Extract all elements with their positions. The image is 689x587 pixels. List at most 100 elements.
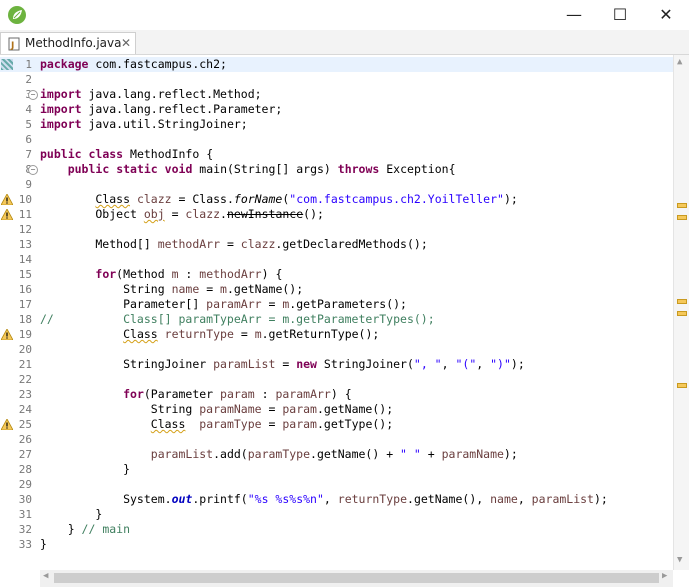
code-line[interactable]: 31 } xyxy=(0,507,673,522)
code-text[interactable]: } xyxy=(40,507,102,522)
code-token: throws xyxy=(337,162,380,176)
code-line[interactable]: 27 paramList.add(paramType.getName() + "… xyxy=(0,447,673,462)
code-line[interactable]: 8− public static void main(String[] args… xyxy=(0,162,673,177)
fold-toggle-icon[interactable]: − xyxy=(28,165,38,175)
code-token: "com.fastcampus.ch2.YoilTeller" xyxy=(289,192,504,206)
scroll-right-icon[interactable]: ▶ xyxy=(662,571,667,581)
code-line[interactable]: 12 xyxy=(0,222,673,237)
code-line[interactable]: 19 Class returnType = m.getReturnType(); xyxy=(0,327,673,342)
scrollbar-thumb[interactable] xyxy=(54,573,659,583)
scroll-down-icon[interactable]: ▼ xyxy=(677,555,682,565)
overview-warning-mark[interactable] xyxy=(677,383,687,388)
code-token: m xyxy=(171,267,179,281)
code-line[interactable]: 20 xyxy=(0,342,673,357)
overview-warning-mark[interactable] xyxy=(677,299,687,304)
code-text[interactable]: String name = m.getName(); xyxy=(40,282,303,297)
code-line[interactable]: 16 String name = m.getName(); xyxy=(0,282,673,297)
code-text[interactable]: for(Parameter param : paramArr) { xyxy=(40,387,352,402)
code-line[interactable]: 33} xyxy=(0,537,673,552)
code-line[interactable]: 14 xyxy=(0,252,673,267)
code-token: ")" xyxy=(490,357,511,371)
code-text[interactable]: } // main xyxy=(40,522,130,537)
code-line[interactable]: 23 for(Parameter param : paramArr) { xyxy=(0,387,673,402)
code-line[interactable]: 22 xyxy=(0,372,673,387)
code-token: (Method xyxy=(116,267,172,281)
code-token: : xyxy=(254,387,276,401)
fold-toggle-icon[interactable]: − xyxy=(28,90,38,100)
code-text[interactable]: } xyxy=(40,537,47,552)
code-text[interactable]: for(Method m : methodArr) { xyxy=(40,267,282,282)
horizontal-scrollbar[interactable]: ◀ ▶ xyxy=(40,570,673,587)
code-token: = xyxy=(261,402,283,416)
code-line[interactable]: 29 xyxy=(0,477,673,492)
code-line[interactable]: 10 Class clazz = Class.forName("com.fast… xyxy=(0,192,673,207)
overview-warning-mark[interactable] xyxy=(677,203,687,208)
code-line[interactable]: 11 Object obj = clazz.newInstance(); xyxy=(0,207,673,222)
warning-icon[interactable] xyxy=(1,194,13,205)
minimize-button[interactable]: — xyxy=(551,0,597,30)
code-text[interactable]: public static void main(String[] args) t… xyxy=(40,162,456,177)
maximize-button[interactable]: ☐ xyxy=(597,0,643,30)
code-line[interactable]: 30 System.out.printf("%s %s%s%n", return… xyxy=(0,492,673,507)
code-line[interactable]: 17 Parameter[] paramArr = m.getParameter… xyxy=(0,297,673,312)
warning-icon[interactable] xyxy=(1,209,13,220)
code-line[interactable]: 21 StringJoiner paramList = new StringJo… xyxy=(0,357,673,372)
code-line[interactable]: 3−import java.lang.reflect.Method; xyxy=(0,87,673,102)
warning-icon[interactable] xyxy=(1,419,13,430)
code-text[interactable]: Object obj = clazz.newInstance(); xyxy=(40,207,324,222)
code-text[interactable]: // Class[] paramTypeArr = m.getParameter… xyxy=(40,312,435,327)
code-token: paramType xyxy=(199,417,262,431)
code-line[interactable]: 24 String paramName = param.getName(); xyxy=(0,402,673,417)
code-line[interactable]: 28 } xyxy=(0,462,673,477)
code-text[interactable]: paramList.add(paramType.getName() + " " … xyxy=(40,447,518,462)
code-line[interactable]: 6 xyxy=(0,132,673,147)
code-token: .printf( xyxy=(192,492,248,506)
code-token: ) { xyxy=(261,267,283,281)
scroll-left-icon[interactable]: ◀ xyxy=(43,571,48,581)
line-number: 32 xyxy=(18,523,32,536)
code-token: StringJoiner xyxy=(40,357,214,371)
line-number: 21 xyxy=(18,358,32,371)
overview-ruler[interactable]: ▲ ▼ xyxy=(673,55,689,570)
code-line[interactable]: 18 // Class[] paramTypeArr = m.getParamet… xyxy=(0,312,673,327)
code-line[interactable]: 1 package com.fastcampus.ch2; xyxy=(0,57,673,72)
close-window-button[interactable]: ✕ xyxy=(643,0,689,30)
code-line[interactable]: 9 xyxy=(0,177,673,192)
code-line[interactable]: 15 for(Method m : methodArr) { xyxy=(0,267,673,282)
warning-icon[interactable] xyxy=(1,329,13,340)
code-text[interactable]: public class MethodInfo { xyxy=(40,147,213,162)
code-line[interactable]: 7 public class MethodInfo { xyxy=(0,147,673,162)
code-line[interactable]: 2 xyxy=(0,72,673,87)
tab-close-icon[interactable]: ✕ xyxy=(121,36,131,50)
code-line[interactable]: 13 Method[] methodArr = clazz.getDeclare… xyxy=(0,237,673,252)
code-text[interactable]: import java.util.StringJoiner; xyxy=(40,117,248,132)
overview-warning-mark[interactable] xyxy=(677,215,687,220)
overview-warning-mark[interactable] xyxy=(677,311,687,316)
code-line[interactable]: 4 import java.lang.reflect.Parameter; xyxy=(0,102,673,117)
scroll-up-icon[interactable]: ▲ xyxy=(677,57,682,67)
code-token: .add( xyxy=(213,447,248,461)
code-editor[interactable]: 1package com.fastcampus.ch2;23−import ja… xyxy=(0,55,673,570)
code-token: returnType xyxy=(337,492,408,506)
code-text[interactable]: Method[] methodArr = clazz.getDeclaredMe… xyxy=(40,237,427,252)
code-text[interactable]: Class returnType = m.getReturnType(); xyxy=(40,327,379,342)
code-line[interactable]: 26 xyxy=(0,432,673,447)
code-text[interactable]: package com.fastcampus.ch2; xyxy=(40,57,227,72)
code-text[interactable]: } xyxy=(40,462,130,477)
code-text[interactable]: Class clazz = Class.forName("com.fastcam… xyxy=(40,192,517,207)
tab-methodinfo-java[interactable]: J MethodInfo.java ✕ xyxy=(0,32,136,54)
line-number: 29 xyxy=(18,478,32,491)
code-line[interactable]: 32 } // main xyxy=(0,522,673,537)
code-line[interactable]: 5 import java.util.StringJoiner; xyxy=(0,117,673,132)
code-text[interactable]: System.out.printf("%s %s%s%n", returnTyp… xyxy=(40,492,608,507)
code-text[interactable]: String paramName = param.getName(); xyxy=(40,402,393,417)
code-line[interactable]: 25 Class paramType = param.getType(); xyxy=(0,417,673,432)
code-token: , xyxy=(441,357,456,371)
code-text[interactable]: StringJoiner paramList = new StringJoine… xyxy=(40,357,525,372)
code-text[interactable]: import java.lang.reflect.Parameter; xyxy=(40,102,282,117)
code-text[interactable]: Parameter[] paramArr = m.getParameters()… xyxy=(40,297,407,312)
code-text[interactable]: Class paramType = param.getType(); xyxy=(40,417,393,432)
code-token: .getName() + xyxy=(310,447,401,461)
code-text[interactable]: import java.lang.reflect.Method; xyxy=(40,87,262,102)
